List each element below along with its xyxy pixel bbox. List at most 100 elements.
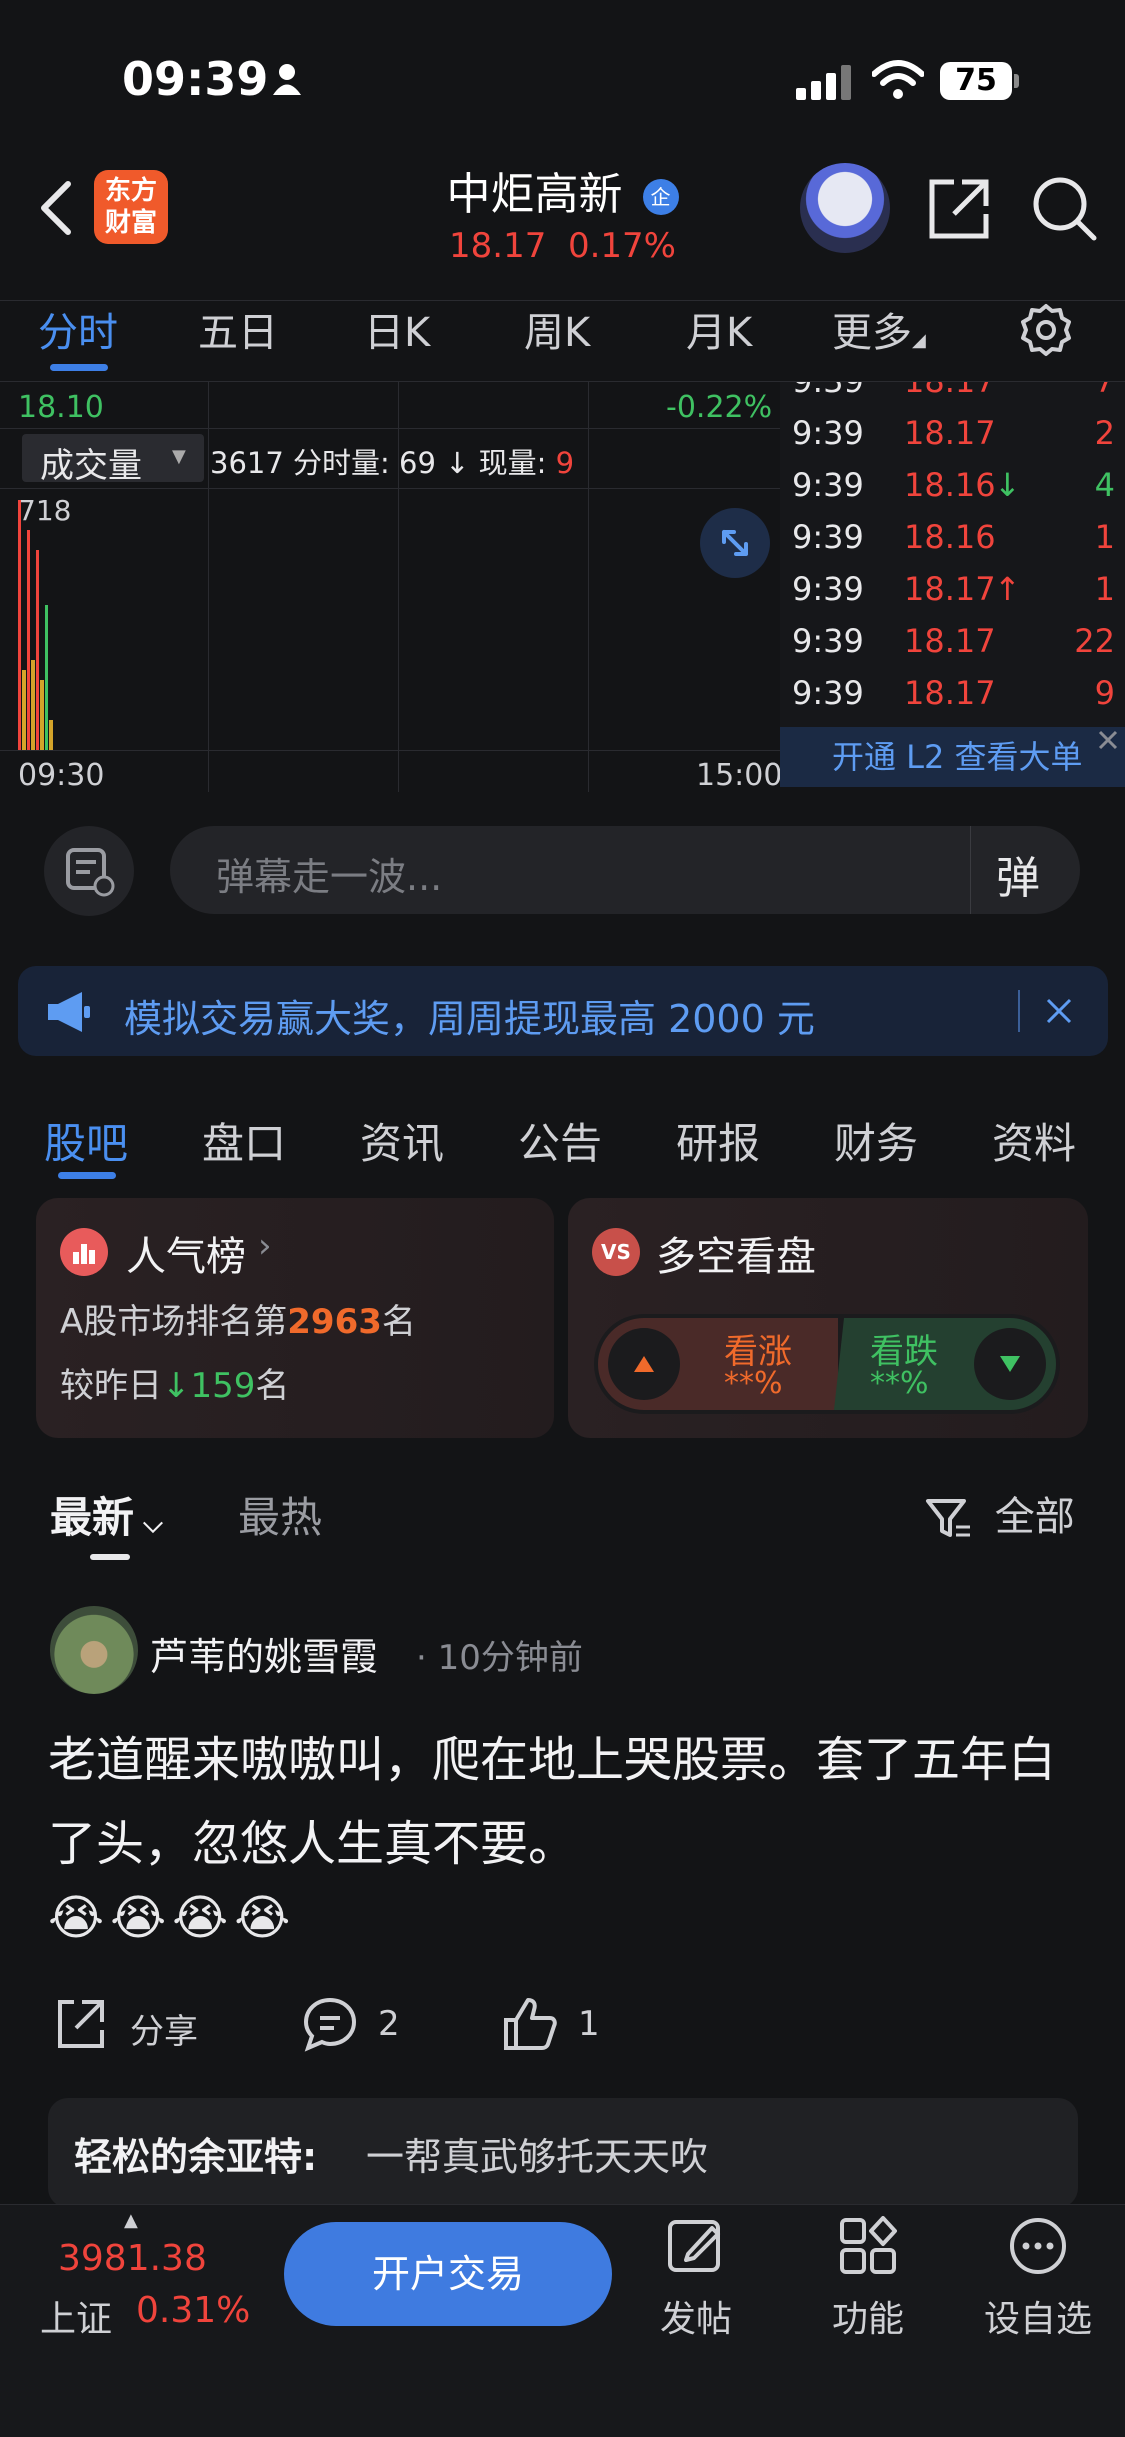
sort-hot[interactable]: 最热 <box>238 1484 322 1545</box>
tick-row: 9:39 18.16 1 <box>780 512 1125 564</box>
chevron-down-icon: ⌵ <box>134 1509 163 1539</box>
tab-intraday[interactable]: 分时 <box>38 300 118 358</box>
tab-guba[interactable]: 股吧 <box>44 1110 128 1171</box>
functions-label[interactable]: 功能 <box>808 2290 928 2342</box>
enterprise-badge: 企 <box>642 179 679 215</box>
tick-volume: 22 <box>1074 622 1115 660</box>
battery-cap <box>1014 74 1019 88</box>
time-end-label: 15:00 <box>696 758 783 793</box>
reply-preview[interactable]: 轻松的余亚特: 一帮真武够托天天吹 <box>48 2098 1078 2208</box>
tick-volume: 2 <box>1094 414 1115 452</box>
pct-low-label: -0.22% <box>666 390 773 425</box>
search-icon[interactable] <box>1030 174 1098 242</box>
tick-time: 9:39 <box>792 674 864 712</box>
tick-price: 18.16 <box>904 466 996 504</box>
tick-time: 9:39 <box>792 570 864 608</box>
tab-weekly-k[interactable]: 周K <box>524 300 590 358</box>
tab-research[interactable]: 研报 <box>676 1110 760 1171</box>
tab-order-book[interactable]: 盘口 <box>202 1110 286 1171</box>
tick-volume: 1 <box>1094 518 1115 556</box>
tick-row: 9:39 18.17 9 <box>780 668 1125 720</box>
person-icon <box>270 62 304 96</box>
tab-five-day[interactable]: 五日 <box>198 300 278 358</box>
time-start-label: 09:30 <box>18 758 105 793</box>
more-options-icon[interactable] <box>1008 2216 1068 2276</box>
wifi-icon <box>872 60 924 100</box>
share-icon <box>58 2000 104 2048</box>
tick-direction-arrow: ↓ <box>994 466 1021 504</box>
tick-volume: 7 <box>1095 382 1115 400</box>
post-author[interactable]: 芦苇的姚雪霞 <box>150 1626 378 1681</box>
post-edit-icon[interactable] <box>666 2216 726 2276</box>
tab-profile[interactable]: 资料 <box>992 1110 1076 1171</box>
bear-button[interactable]: 看跌 **% <box>834 1318 1056 1410</box>
bull-button[interactable]: 看涨 **% <box>598 1318 838 1410</box>
tab-monthly-k[interactable]: 月K <box>686 300 752 358</box>
thumbs-up-icon <box>504 1998 557 2050</box>
add-watchlist-label[interactable]: 设自选 <box>978 2290 1098 2342</box>
index-name[interactable]: 上证 <box>40 2290 112 2342</box>
popularity-card[interactable]: 人气榜 › A股市场排名第2963名 较昨日↓159名 <box>36 1198 554 1438</box>
tick-volume: 4 <box>1094 466 1115 504</box>
tab-announcements[interactable]: 公告 <box>518 1110 602 1171</box>
volume-bars <box>18 490 58 750</box>
tick-price: 18.17 <box>904 414 996 452</box>
promo-banner[interactable]: 模拟交易赢大奖，周周提现最高 2000 元 <box>18 966 1108 1056</box>
settings-icon[interactable] <box>1018 302 1074 358</box>
tick-row: 9:39 18.17 ↑ 1 <box>780 564 1125 616</box>
intraday-chart[interactable]: 18.10 -0.22% 成交量 ▼ 3617 分时量: 69 ↓ 现量: 9 … <box>0 382 783 793</box>
tab-more[interactable]: 更多◢ <box>832 300 926 358</box>
cellular-signal-icon <box>796 64 852 100</box>
tick-volume: 1 <box>1094 570 1115 608</box>
chevron-right-icon: › <box>258 1226 272 1266</box>
assistant-robot-icon[interactable] <box>800 163 890 253</box>
tick-time: 9:39 <box>792 518 864 556</box>
tick-volume: 9 <box>1094 674 1115 712</box>
danmu-send-button[interactable]: 弹 <box>996 842 1040 906</box>
status-time: 09:39 <box>122 52 269 106</box>
tick-direction-arrow: ↑ <box>994 570 1021 608</box>
tab-news[interactable]: 资讯 <box>360 1110 444 1171</box>
share-icon[interactable] <box>926 176 992 242</box>
tick-list[interactable]: 9:3918.1779:3918.1729:3918.16↓49:3918.16… <box>780 382 1125 727</box>
open-account-button[interactable]: 开户交易 <box>284 2222 612 2326</box>
post-emojis: 😭😭😭😭 <box>48 1890 297 1946</box>
battery-indicator: 75 <box>940 62 1012 100</box>
danmu-input[interactable]: 弹幕走一波... 弹 <box>170 826 1080 914</box>
post-text[interactable]: 老道醒来嗷嗷叫，爬在地上哭股票。套了五年白了头，忽悠人生真不要。 <box>48 1718 1088 1886</box>
tab-daily-k[interactable]: 日K <box>364 300 430 358</box>
index-value[interactable]: 3981.38 <box>58 2238 207 2279</box>
price-low-label: 18.10 <box>18 390 104 425</box>
danmu-settings-icon[interactable] <box>44 826 134 916</box>
l2-upgrade-banner[interactable]: 开通 L2 查看大单 <box>780 727 1125 787</box>
dropdown-arrow-icon: ▼ <box>172 446 186 467</box>
tab-active-indicator <box>50 364 108 371</box>
expand-chart-icon[interactable] <box>700 508 770 578</box>
indicator-selector[interactable]: 成交量 ▼ <box>22 434 204 486</box>
close-l2-banner-icon[interactable] <box>1096 728 1120 752</box>
index-up-arrow-icon: ▲ <box>124 2210 138 2231</box>
sentiment-card: VS 多空看盘 看涨 **% 看跌 **% <box>568 1198 1088 1438</box>
close-promo-icon <box>1046 998 1072 1024</box>
megaphone-icon <box>48 992 90 1032</box>
tick-time: 9:39 <box>792 466 864 504</box>
avatar[interactable] <box>50 1606 138 1694</box>
tick-price: 18.17 <box>904 382 996 400</box>
functions-icon[interactable] <box>838 2216 898 2276</box>
popularity-icon <box>60 1228 108 1276</box>
tab-guba-underline <box>58 1172 116 1179</box>
filter-button[interactable]: 全部 <box>924 1484 1075 1543</box>
tick-row: 9:39 18.17 2 <box>780 408 1125 460</box>
indicator-stats: 3617 分时量: 69 ↓ 现量: 9 <box>210 446 575 480</box>
tab-finance[interactable]: 财务 <box>834 1110 918 1171</box>
sort-latest[interactable]: 最新 ⌵ <box>50 1484 163 1545</box>
tick-row: 9:39 18.17 22 <box>780 616 1125 668</box>
comment-icon <box>303 1997 357 2052</box>
down-arrow-icon <box>974 1328 1046 1400</box>
filter-icon <box>926 1499 970 1537</box>
vs-badge: VS <box>592 1228 640 1276</box>
tick-row: 9:39 18.17 7 <box>780 382 1125 408</box>
tick-price: 18.16 <box>904 518 996 556</box>
post-button-label[interactable]: 发帖 <box>636 2290 756 2342</box>
tick-row: 9:39 18.16 ↓ 4 <box>780 460 1125 512</box>
